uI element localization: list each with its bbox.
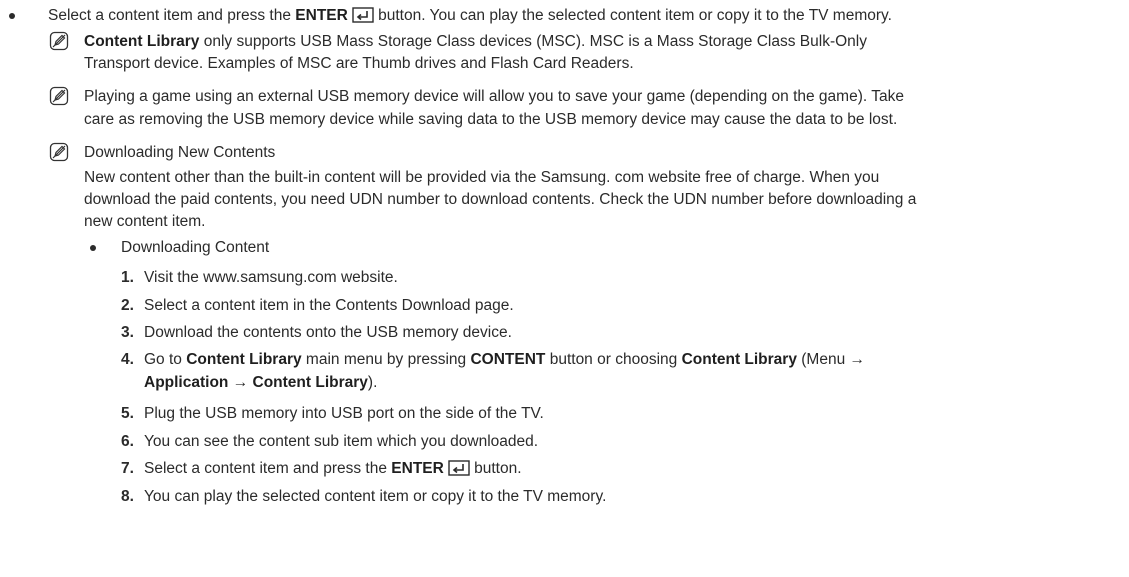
note3-line2: download the paid contents, you need UDN… [84,191,917,208]
step-text: Plug the USB memory into USB port on the… [144,405,544,422]
note1-line2: Transport device. Examples of MSC are Th… [84,55,634,72]
text: only supports USB Mass Storage Class dev… [199,33,867,50]
note-icon [49,86,69,106]
bold-text: CONTENT [470,351,546,368]
bullet-dot [9,13,15,19]
step4-line1: Go to Content Library main menu by press… [144,350,865,369]
step-text: Visit the www.samsung.com website. [144,269,398,286]
step-text: You can play the selected content item o… [144,488,607,505]
step4-line2: Application → Content Library). [144,373,377,392]
step-number: 1. [121,269,134,286]
step-text: Select a content item in the Contents Do… [144,297,514,314]
bold-text: Content Library [186,351,302,368]
bold-text: Content Library [681,351,797,368]
text: Select a content item and press the [144,460,392,477]
enter-label: ENTER [391,460,444,477]
bullet-text: Select a content item and press the ENTE… [48,6,892,28]
step-number: 4. [121,351,134,368]
note-icon [49,31,69,51]
step-text: Download the contents onto the USB memor… [144,324,512,341]
bold-text: Content Library [252,374,368,391]
note3-line3: new content item. [84,213,206,230]
step-number: 3. [121,324,134,341]
text: Select a content item and press the [48,7,296,24]
sub-bullet-text: Downloading Content [121,239,270,256]
bold-text: Application [144,374,229,391]
bullet-dot [90,245,96,251]
step-number: 5. [121,405,134,422]
text: button or choosing [545,351,682,368]
text: main menu by pressing [301,351,471,368]
step-text: You can see the content sub item which y… [144,433,539,450]
note1-line1: Content Library only supports USB Mass S… [84,32,867,51]
text: ). [367,374,378,391]
text: Go to [144,351,187,368]
step-number: 8. [121,488,134,505]
text: button. [469,460,522,477]
text: (Menu → [796,351,866,368]
text: → [228,374,253,391]
enter-icon [352,7,374,28]
note3-title: Downloading New Contents [84,144,276,161]
step-number: 2. [121,297,134,314]
enter-icon [448,460,470,481]
enter-label: ENTER [295,7,348,24]
note3-line1: New content other than the built-in cont… [84,169,880,186]
step-number: 7. [121,460,134,477]
step-number: 6. [121,433,134,450]
note2-line1: Playing a game using an external USB mem… [84,88,904,105]
text: button. You can play the selected conten… [373,7,892,24]
note2-line2: care as removing the USB memory device w… [84,111,898,128]
step7-text: Select a content item and press the ENTE… [144,459,522,481]
content-library-label: Content Library [84,33,200,50]
note-icon [49,142,69,162]
